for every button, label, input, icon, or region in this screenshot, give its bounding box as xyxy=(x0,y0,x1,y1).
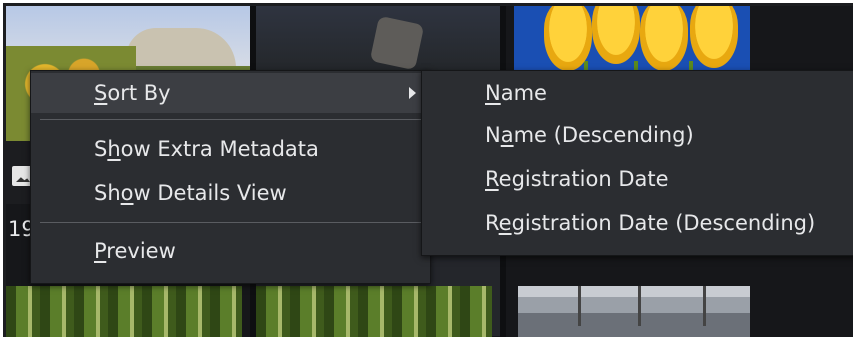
context-menu: Sort By Show Extra Metadata Show Details… xyxy=(30,70,431,284)
harbor-mast xyxy=(703,286,706,326)
submenu-item-registration-date-descending[interactable]: Registration Date (Descending) xyxy=(422,203,853,243)
media-browser: 19 Sort By Show Extra Metadata Show Deta… xyxy=(0,0,856,340)
menu-separator xyxy=(40,119,421,120)
chevron-right-icon xyxy=(409,87,416,99)
menu-item-show-extra-metadata[interactable]: Show Extra Metadata xyxy=(31,129,430,169)
menu-item-preview[interactable]: Preview xyxy=(31,231,430,271)
menu-item-label: Preview xyxy=(94,239,176,263)
tulip xyxy=(592,6,640,64)
harbor-mast xyxy=(578,286,581,326)
menu-item-label: Show Details View xyxy=(94,181,287,205)
thumbnail-harbor[interactable] xyxy=(518,286,750,337)
menu-item-label: Registration Date xyxy=(485,167,669,191)
tulip xyxy=(640,6,688,71)
menu-item-sort-by[interactable]: Sort By xyxy=(31,73,430,113)
submenu-item-name-descending[interactable]: Name (Descending) xyxy=(422,115,853,155)
thumbnail-forest-2[interactable] xyxy=(256,286,492,337)
menu-item-label: Sort By xyxy=(94,81,171,105)
harbor-mast xyxy=(638,286,641,326)
tulip xyxy=(690,6,738,68)
menu-separator xyxy=(40,222,421,223)
thumbnail-object xyxy=(369,15,425,71)
menu-item-label: Registration Date (Descending) xyxy=(485,211,816,235)
menu-item-label: Name (Descending) xyxy=(485,123,694,147)
menu-item-show-details-view[interactable]: Show Details View xyxy=(31,173,430,213)
submenu-item-name[interactable]: Name xyxy=(422,73,853,113)
menu-item-label: Name xyxy=(485,81,547,105)
menu-item-label: Show Extra Metadata xyxy=(94,137,319,161)
thumbnail-forest-1[interactable] xyxy=(6,286,242,337)
sort-by-submenu: Name Name (Descending) Registration Date… xyxy=(421,70,853,256)
submenu-item-registration-date[interactable]: Registration Date xyxy=(422,159,853,199)
